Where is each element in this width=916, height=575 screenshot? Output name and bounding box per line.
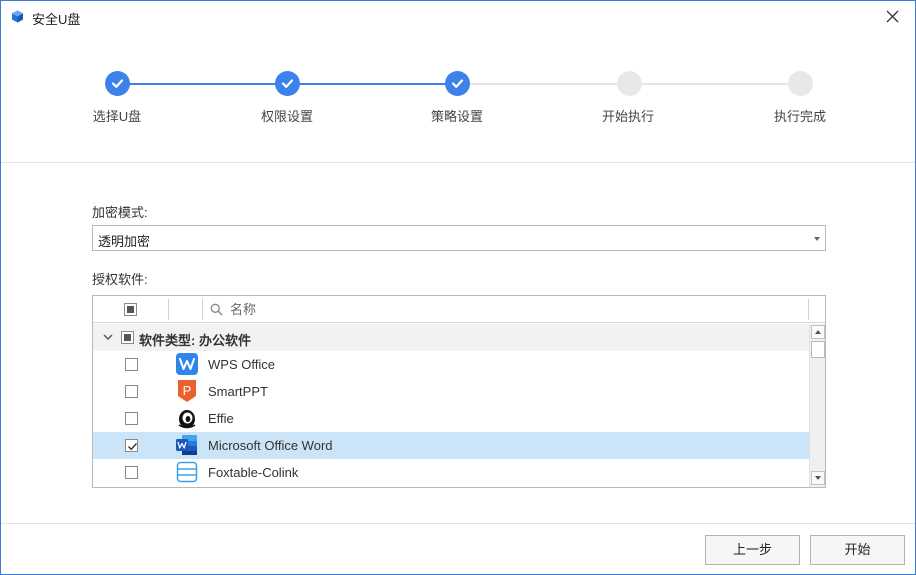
checkmark-icon — [127, 443, 138, 451]
software-name: Foxtable-Colink — [208, 465, 299, 480]
select-all-checkbox[interactable] — [124, 303, 137, 316]
search-icon — [210, 303, 223, 316]
window-title: 安全U盘 — [32, 12, 81, 27]
table-body: 软件类型: 办公软件 WPS Office P SmartPPT Effie M… — [93, 324, 809, 487]
step-5-circle — [788, 71, 813, 96]
step-4-circle — [617, 71, 642, 96]
effie-icon — [178, 410, 196, 429]
step-connector-1 — [118, 83, 288, 85]
row-checkbox[interactable] — [125, 466, 138, 479]
software-name: WPS Office — [208, 357, 275, 372]
title-bar: 安全U盘 — [1, 1, 915, 33]
encryption-mode-value: 透明加密 — [98, 234, 151, 249]
column-separator — [168, 299, 169, 320]
foxtable-colink-icon — [176, 461, 198, 483]
smartppt-icon: P — [178, 380, 196, 402]
software-name: Microsoft Office Word — [208, 438, 333, 453]
group-row-office[interactable]: 软件类型: 办公软件 — [93, 324, 809, 351]
name-search-input[interactable] — [230, 300, 800, 319]
row-checkbox[interactable] — [125, 412, 138, 425]
software-name: SmartPPT — [208, 384, 268, 399]
table-row[interactable]: Effie — [93, 405, 809, 432]
row-checkbox[interactable] — [125, 358, 138, 371]
step-connector-2 — [288, 83, 458, 85]
step-5-label: 执行完成 — [773, 109, 826, 124]
authorized-software-label: 授权软件: — [92, 272, 148, 287]
scroll-down-button[interactable] — [811, 471, 825, 485]
arrow-up-icon — [815, 330, 821, 334]
check-icon — [451, 79, 464, 88]
column-separator — [202, 299, 203, 320]
footer-divider — [1, 523, 915, 524]
encryption-mode-select[interactable]: 透明加密 — [92, 225, 826, 251]
dropdown-arrow-icon — [814, 237, 820, 241]
arrow-down-icon — [815, 476, 821, 480]
scroll-up-button[interactable] — [811, 325, 825, 339]
step-4-label: 开始执行 — [601, 109, 654, 124]
row-checkbox[interactable] — [125, 385, 138, 398]
microsoft-word-icon — [176, 435, 197, 455]
group-label: 软件类型: 办公软件 — [139, 333, 251, 348]
vertical-scrollbar[interactable] — [809, 324, 825, 487]
step-connector-3 — [458, 83, 629, 85]
wps-office-icon — [176, 353, 198, 375]
group-checkbox[interactable] — [121, 331, 134, 344]
progress-stepper: 选择U盘 权限设置 策略设置 开始执行 执行完成 — [1, 61, 915, 131]
step-2-label: 权限设置 — [260, 109, 313, 124]
column-separator — [808, 299, 809, 320]
header-divider — [1, 162, 915, 163]
table-row[interactable]: P SmartPPT — [93, 378, 809, 405]
step-1-circle — [105, 71, 130, 96]
close-icon — [886, 10, 899, 23]
table-row[interactable]: Foxtable-Colink — [93, 459, 809, 486]
scroll-thumb[interactable] — [811, 341, 825, 358]
step-3-label: 策略设置 — [430, 109, 483, 124]
check-icon — [111, 79, 124, 88]
start-button[interactable]: 开始 — [810, 535, 905, 565]
previous-step-button[interactable]: 上一步 — [705, 535, 800, 565]
step-connector-4 — [629, 83, 800, 85]
check-icon — [281, 79, 294, 88]
software-table: 软件类型: 办公软件 WPS Office P SmartPPT — [92, 295, 826, 488]
app-cube-icon — [12, 10, 23, 23]
encryption-mode-label: 加密模式: — [92, 205, 148, 220]
secure-usb-dialog: 安全U盘 选择U盘 权限设置 策略设置 开始执行 执行完成 加密模式: 透明加密… — [0, 0, 916, 575]
row-checkbox[interactable] — [125, 439, 138, 452]
chevron-down-icon[interactable] — [103, 334, 113, 341]
software-name: Effie — [208, 411, 234, 426]
close-button[interactable] — [879, 3, 907, 31]
table-header — [93, 296, 825, 323]
step-3-circle — [445, 71, 470, 96]
svg-text:P: P — [183, 383, 192, 398]
step-1-label: 选择U盘 — [92, 109, 142, 124]
step-2-circle — [275, 71, 300, 96]
table-row[interactable]: Microsoft Office Word — [93, 432, 809, 459]
table-row[interactable]: WPS Office — [93, 351, 809, 378]
